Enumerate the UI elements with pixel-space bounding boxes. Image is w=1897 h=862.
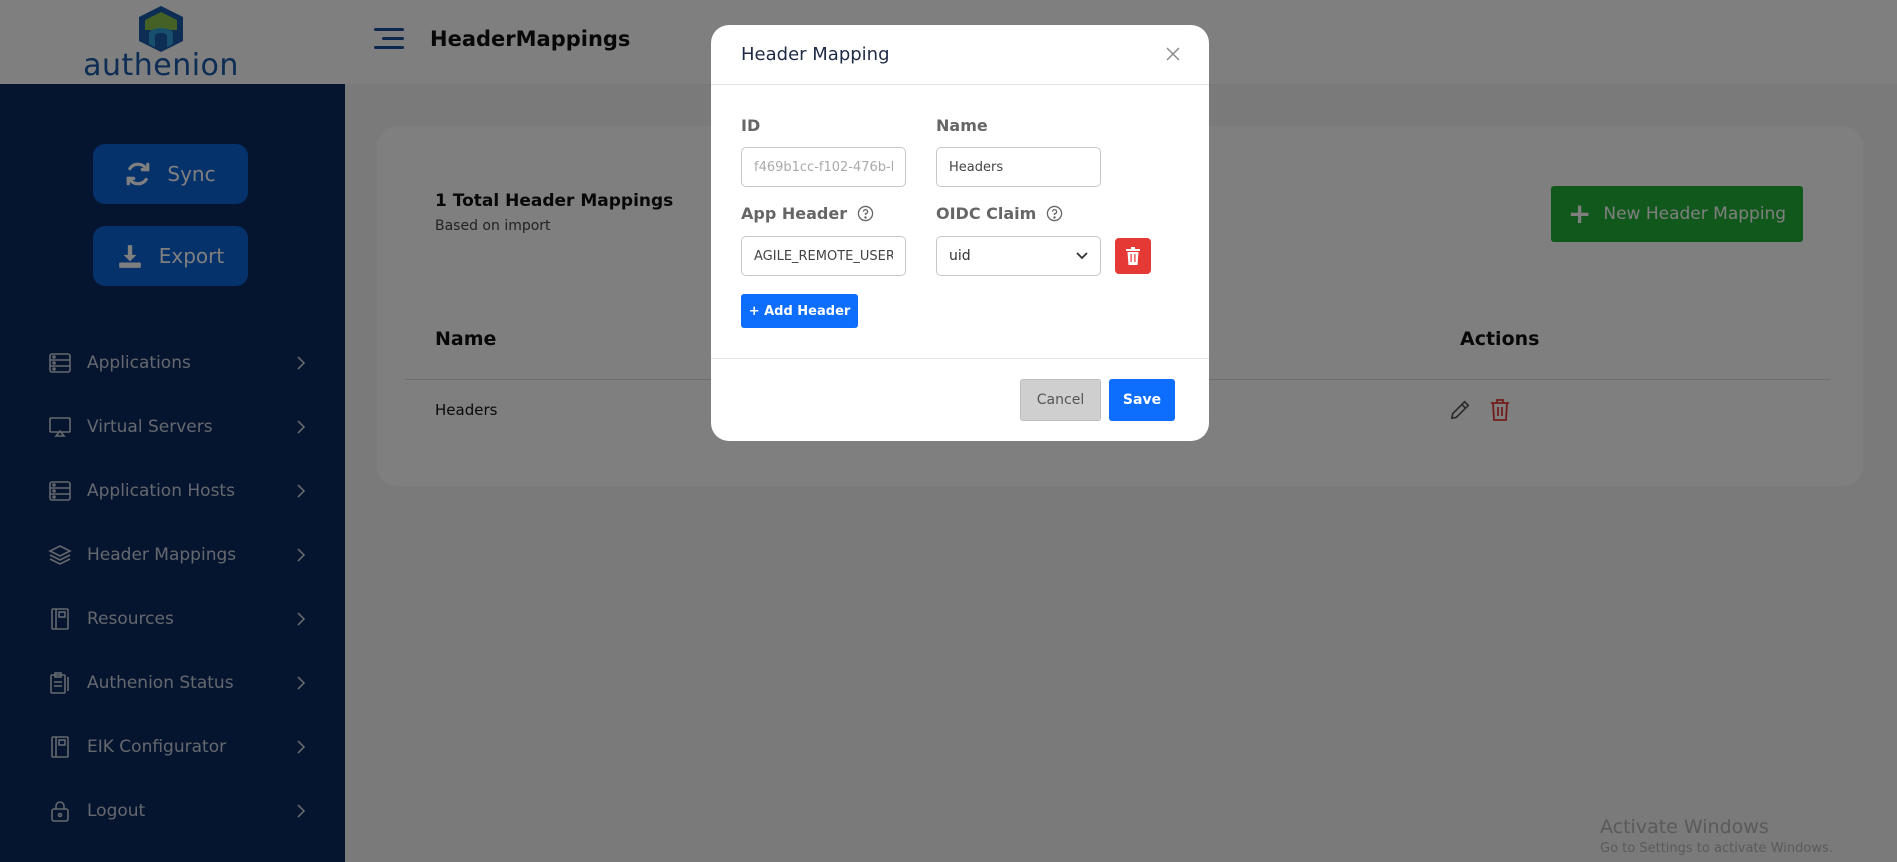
id-label: ID	[741, 116, 761, 135]
modal-header-divider	[711, 84, 1209, 85]
app-header-label: App Header	[741, 204, 874, 223]
help-icon[interactable]	[1046, 205, 1063, 222]
save-button[interactable]: Save	[1109, 379, 1175, 421]
help-icon[interactable]	[857, 205, 874, 222]
app-header-field[interactable]	[741, 236, 906, 276]
name-label: Name	[936, 116, 988, 135]
modal-title: Header Mapping	[741, 44, 890, 65]
id-field[interactable]	[741, 147, 906, 187]
name-field[interactable]	[936, 147, 1101, 187]
add-header-button[interactable]: + Add Header	[741, 294, 858, 328]
modal-footer-divider	[711, 358, 1209, 359]
cancel-button[interactable]: Cancel	[1020, 379, 1101, 421]
oidc-claim-select[interactable]: uid	[936, 236, 1101, 276]
oidc-claim-label: OIDC Claim	[936, 204, 1063, 223]
oidc-claim-selected-value: uid	[949, 248, 971, 264]
remove-header-button[interactable]	[1115, 238, 1151, 274]
chevron-down-icon	[1076, 252, 1088, 260]
trash-icon	[1126, 247, 1140, 265]
close-icon[interactable]	[1164, 45, 1182, 63]
header-mapping-modal: Header Mapping ID Name App Header OIDC C…	[711, 25, 1209, 441]
